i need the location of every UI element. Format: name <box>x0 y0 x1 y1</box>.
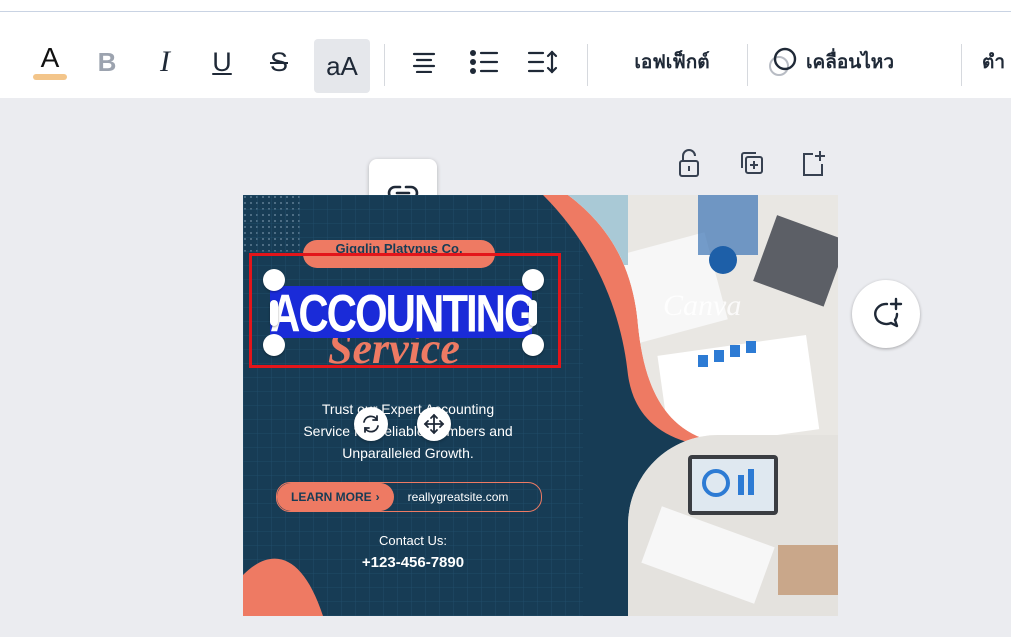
comment-add-icon <box>874 297 903 328</box>
resize-handle-right[interactable] <box>529 300 537 326</box>
add-page-button[interactable] <box>799 148 827 178</box>
duplicate-button[interactable] <box>737 148 765 178</box>
duplicate-icon <box>741 152 763 174</box>
canva-watermark: Canva <box>663 289 741 322</box>
underline-icon: U <box>212 46 232 77</box>
add-page-icon <box>803 151 825 176</box>
comment-add-button[interactable] <box>852 280 920 348</box>
toolbar-separator <box>747 44 748 86</box>
website-text: reallygreatsite.com <box>407 490 509 504</box>
effects-label: เอฟเฟ็กต์ <box>634 51 710 73</box>
body-line-2: Service for Reliable Numbers and <box>303 423 513 439</box>
italic-button[interactable]: I <box>148 40 182 84</box>
body-line-3: Unparalleled Growth. <box>342 445 474 461</box>
selection-outline <box>249 253 561 368</box>
toolbar-separator <box>587 44 588 86</box>
position-button[interactable]: ตำ <box>982 40 1011 84</box>
lock-button[interactable] <box>675 148 703 178</box>
align-button[interactable] <box>405 42 443 82</box>
spacing-icon <box>527 50 558 74</box>
resize-handle-left[interactable] <box>270 300 278 326</box>
bottom-photo <box>628 435 838 616</box>
resize-handle-bottom-right[interactable] <box>522 334 544 356</box>
contact-label: Contact Us: <box>379 533 447 548</box>
body-line-1: Trust our Expert Accounting <box>321 401 495 417</box>
effects-button[interactable]: เอฟเฟ็กต์ <box>608 40 736 84</box>
move-icon <box>423 413 445 435</box>
animate-icon <box>769 47 797 76</box>
animate-button[interactable]: เคลื่อนไหว <box>766 40 940 84</box>
text-color-button[interactable]: A <box>30 38 70 86</box>
toolbar-separator <box>384 44 385 86</box>
phone-number: +123-456-7890 <box>361 554 465 571</box>
chevron-right-icon: › <box>375 490 380 504</box>
italic-icon: I <box>160 45 170 78</box>
strikethrough-icon: S <box>269 46 288 77</box>
cta-pill: LEARN MORE › reallygreatsite.com <box>276 482 542 512</box>
bold-icon: B <box>97 46 117 77</box>
strikethrough-button[interactable]: S <box>262 40 296 84</box>
resize-handle-top-left[interactable] <box>263 269 285 291</box>
list-icon <box>470 50 499 74</box>
text-color-icon: A <box>40 42 60 73</box>
learn-more-label: LEARN MORE <box>291 490 372 504</box>
rotate-icon <box>363 415 379 433</box>
resize-handle-bottom-left[interactable] <box>263 334 285 356</box>
list-button[interactable] <box>464 42 504 82</box>
animate-label: เคลื่อนไหว <box>806 51 894 73</box>
resize-handle-top-right[interactable] <box>522 269 544 291</box>
letter-case-label: aA <box>326 50 358 81</box>
body-text: Trust our Expert Accounting Service for … <box>273 398 543 464</box>
learn-more-button: LEARN MORE › <box>277 483 394 511</box>
spacing-button[interactable] <box>523 42 563 82</box>
position-label: ตำ <box>982 51 1006 73</box>
rotate-button[interactable] <box>354 407 388 441</box>
text-toolbar: A B I U S aA เอฟเฟ็กต์ เคลื่อนไหว ตำ <box>0 12 1011 98</box>
text-color-swatch <box>33 74 67 80</box>
toolbar-separator <box>961 44 962 86</box>
office-illustration <box>628 435 838 616</box>
bold-button[interactable]: B <box>90 40 124 84</box>
move-button[interactable] <box>417 407 451 441</box>
align-icon <box>412 52 436 73</box>
lock-icon <box>679 149 699 177</box>
underline-button[interactable]: U <box>205 40 239 84</box>
letter-case-button[interactable]: aA <box>314 39 370 93</box>
